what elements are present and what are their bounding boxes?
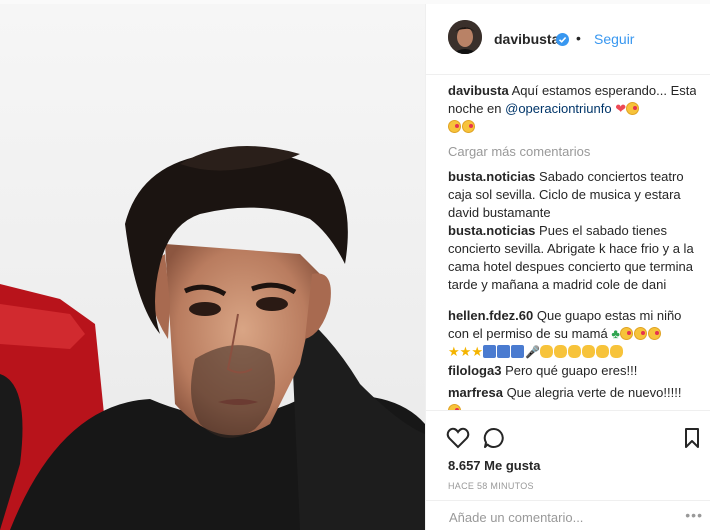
comment-text: Que alegria verte de nuevo!!!!! (506, 385, 682, 400)
avatar[interactable] (448, 20, 482, 54)
more-options-icon[interactable]: ••• (685, 507, 703, 523)
comment-item: busta.noticias Sabado conciertos teatro … (448, 168, 696, 222)
star-emoji-icon: ★ (459, 344, 472, 359)
like-heart-icon[interactable] (446, 427, 470, 449)
header-separator: • (576, 30, 581, 46)
comment-username[interactable]: filologa3 (448, 363, 501, 378)
post-side-panel: davibusta • Seguir davibusta Aquí estamo… (425, 4, 710, 530)
clap-emoji-icon (609, 345, 623, 358)
caption-username[interactable]: davibusta (448, 83, 509, 98)
comment-item: busta.noticias Pues el sabado tienes con… (448, 222, 696, 294)
comment-icon[interactable] (483, 427, 505, 449)
caption: davibusta Aquí estamos esperando... Esta… (448, 82, 696, 136)
post-timestamp[interactable]: HACE 58 MINUTOS (448, 481, 534, 491)
post-photo[interactable] (0, 4, 425, 530)
clap-emoji-icon (567, 345, 581, 358)
add-comment-bar: ••• (426, 500, 710, 531)
star-emoji-icon: ★ (471, 344, 483, 359)
comment-item: marfresa Que alegria verte de nuevo!!!!! (448, 384, 696, 410)
kiss-emoji-icon (448, 120, 461, 133)
kiss-emoji-icon (462, 120, 475, 133)
clap-emoji-icon (595, 345, 609, 358)
kiss-emoji-icon (633, 327, 647, 340)
verified-badge-icon (556, 33, 569, 46)
star-emoji-icon: ★ (448, 344, 460, 359)
post-header: davibusta • Seguir (426, 4, 710, 75)
speaker-emoji-icon (482, 345, 496, 358)
comments-list[interactable]: davibusta Aquí estamos esperando... Esta… (426, 82, 696, 410)
comment-username[interactable]: busta.noticias (448, 169, 535, 184)
caption-mention[interactable]: @operaciontriunfo (505, 101, 611, 116)
follow-button[interactable]: Seguir (594, 31, 634, 47)
load-more-comments[interactable]: Cargar más comentarios (448, 144, 590, 159)
kiss-emoji-icon (619, 327, 633, 340)
bookmark-icon[interactable] (684, 427, 700, 449)
avatar-image (448, 20, 482, 54)
clap-emoji-icon (539, 345, 553, 358)
kiss-emoji-icon (626, 102, 640, 115)
microphone-emoji-icon: 🎤 (524, 345, 540, 359)
clover-emoji-icon: ♣ (611, 326, 620, 341)
kiss-emoji-icon (647, 327, 661, 340)
comment-username[interactable]: marfresa (448, 385, 503, 400)
selfie-image (0, 4, 425, 530)
comment-username[interactable]: hellen.fdez.60 (448, 308, 533, 323)
header-username[interactable]: davibusta (494, 31, 559, 47)
comment-username[interactable]: busta.noticias (448, 223, 535, 238)
comment-item: hellen.fdez.60 Que guapo estas mi niño c… (448, 307, 696, 361)
comment-item: filologa3 Pero qué guapo eres!!! (448, 362, 696, 380)
heart-emoji-icon: ❤ (615, 101, 627, 116)
comment-text: Pero qué guapo eres!!! (505, 363, 638, 378)
speaker-emoji-icon (510, 345, 524, 358)
add-comment-input[interactable] (447, 509, 681, 526)
clap-emoji-icon (553, 345, 567, 358)
speaker-emoji-icon (496, 345, 510, 358)
clap-emoji-icon (581, 345, 595, 358)
like-count[interactable]: 8.657 Me gusta (448, 458, 541, 473)
